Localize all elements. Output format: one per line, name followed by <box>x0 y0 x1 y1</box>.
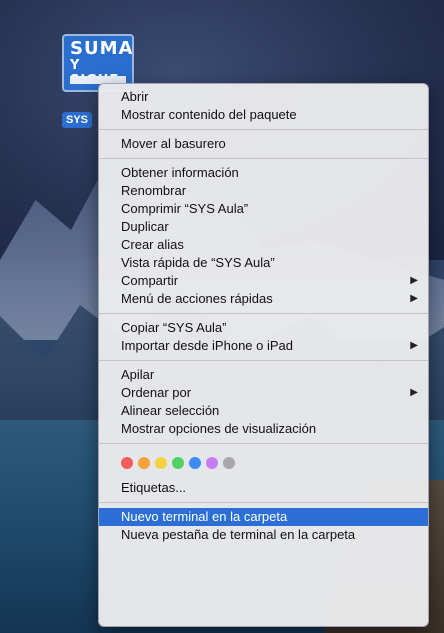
menu-separator <box>99 360 428 361</box>
menu-section-open: Abrir Mostrar contenido del paquete <box>99 88 428 124</box>
menu-separator <box>99 502 428 503</box>
menu-item-open[interactable]: Abrir <box>99 88 428 106</box>
menu-item-rename[interactable]: Renombrar <box>99 182 428 200</box>
menu-section-tags: Etiquetas... <box>99 449 428 497</box>
tag-color-dot-3[interactable] <box>172 457 184 469</box>
menu-section-copy-import: Copiar “SYS Aula” Importar desde iPhone … <box>99 319 428 355</box>
tag-color-dot-2[interactable] <box>155 457 167 469</box>
menu-item-tags[interactable]: Etiquetas... <box>99 475 428 497</box>
icon-label[interactable]: SYS <box>62 112 93 128</box>
menu-item-make-alias[interactable]: Crear alias <box>99 236 428 254</box>
menu-item-show-package-contents[interactable]: Mostrar contenido del paquete <box>99 106 428 124</box>
menu-item-share[interactable]: Compartir ▶ <box>99 272 428 290</box>
menu-item-import-from-iphone[interactable]: Importar desde iPhone o iPad ▶ <box>99 337 428 355</box>
tag-color-dot-1[interactable] <box>138 457 150 469</box>
menu-item-sort-by-label: Ordenar por <box>121 385 192 400</box>
submenu-arrow-icon: ▶ <box>410 387 418 398</box>
tag-color-dot-0[interactable] <box>121 457 133 469</box>
submenu-arrow-icon: ▶ <box>410 275 418 286</box>
menu-item-move-to-trash[interactable]: Mover al basurero <box>99 135 428 153</box>
menu-item-stack[interactable]: Apilar <box>99 366 428 384</box>
menu-item-get-info[interactable]: Obtener información <box>99 164 428 182</box>
menu-item-quick-actions-label: Menú de acciones rápidas <box>121 291 273 306</box>
menu-separator <box>99 443 428 444</box>
menu-item-new-terminal-at-folder[interactable]: Nuevo terminal en la carpeta <box>99 508 428 526</box>
menu-item-clean-up-selection[interactable]: Alinear selección <box>99 402 428 420</box>
menu-item-import-label: Importar desde iPhone o iPad <box>121 338 293 353</box>
menu-separator <box>99 129 428 130</box>
submenu-arrow-icon: ▶ <box>410 340 418 351</box>
menu-item-quick-actions[interactable]: Menú de acciones rápidas ▶ <box>99 290 428 308</box>
menu-separator <box>99 158 428 159</box>
menu-item-copy[interactable]: Copiar “SYS Aula” <box>99 319 428 337</box>
menu-item-quick-look[interactable]: Vista rápida de “SYS Aula” <box>99 254 428 272</box>
submenu-arrow-icon: ▶ <box>410 293 418 304</box>
menu-item-new-terminal-tab-at-folder[interactable]: Nueva pestaña de terminal en la carpeta <box>99 526 428 544</box>
tag-color-row <box>99 449 428 475</box>
tag-color-dot-5[interactable] <box>206 457 218 469</box>
menu-separator <box>99 313 428 314</box>
menu-item-share-label: Compartir <box>121 273 179 288</box>
menu-item-duplicate[interactable]: Duplicar <box>99 218 428 236</box>
tag-color-dot-6[interactable] <box>223 457 235 469</box>
menu-section-services: Nuevo terminal en la carpeta Nueva pesta… <box>99 508 428 544</box>
menu-item-sort-by[interactable]: Ordenar por ▶ <box>99 384 428 402</box>
menu-section-file-actions: Obtener información Renombrar Comprimir … <box>99 164 428 308</box>
menu-item-compress[interactable]: Comprimir “SYS Aula” <box>99 200 428 218</box>
menu-section-view: Apilar Ordenar por ▶ Alinear selección M… <box>99 366 428 438</box>
menu-section-trash: Mover al basurero <box>99 135 428 153</box>
menu-item-show-view-options[interactable]: Mostrar opciones de visualización <box>99 420 428 438</box>
tag-color-dot-4[interactable] <box>189 457 201 469</box>
logo-text-top: SUMA <box>70 38 134 59</box>
context-menu: Abrir Mostrar contenido del paquete Move… <box>98 83 429 627</box>
